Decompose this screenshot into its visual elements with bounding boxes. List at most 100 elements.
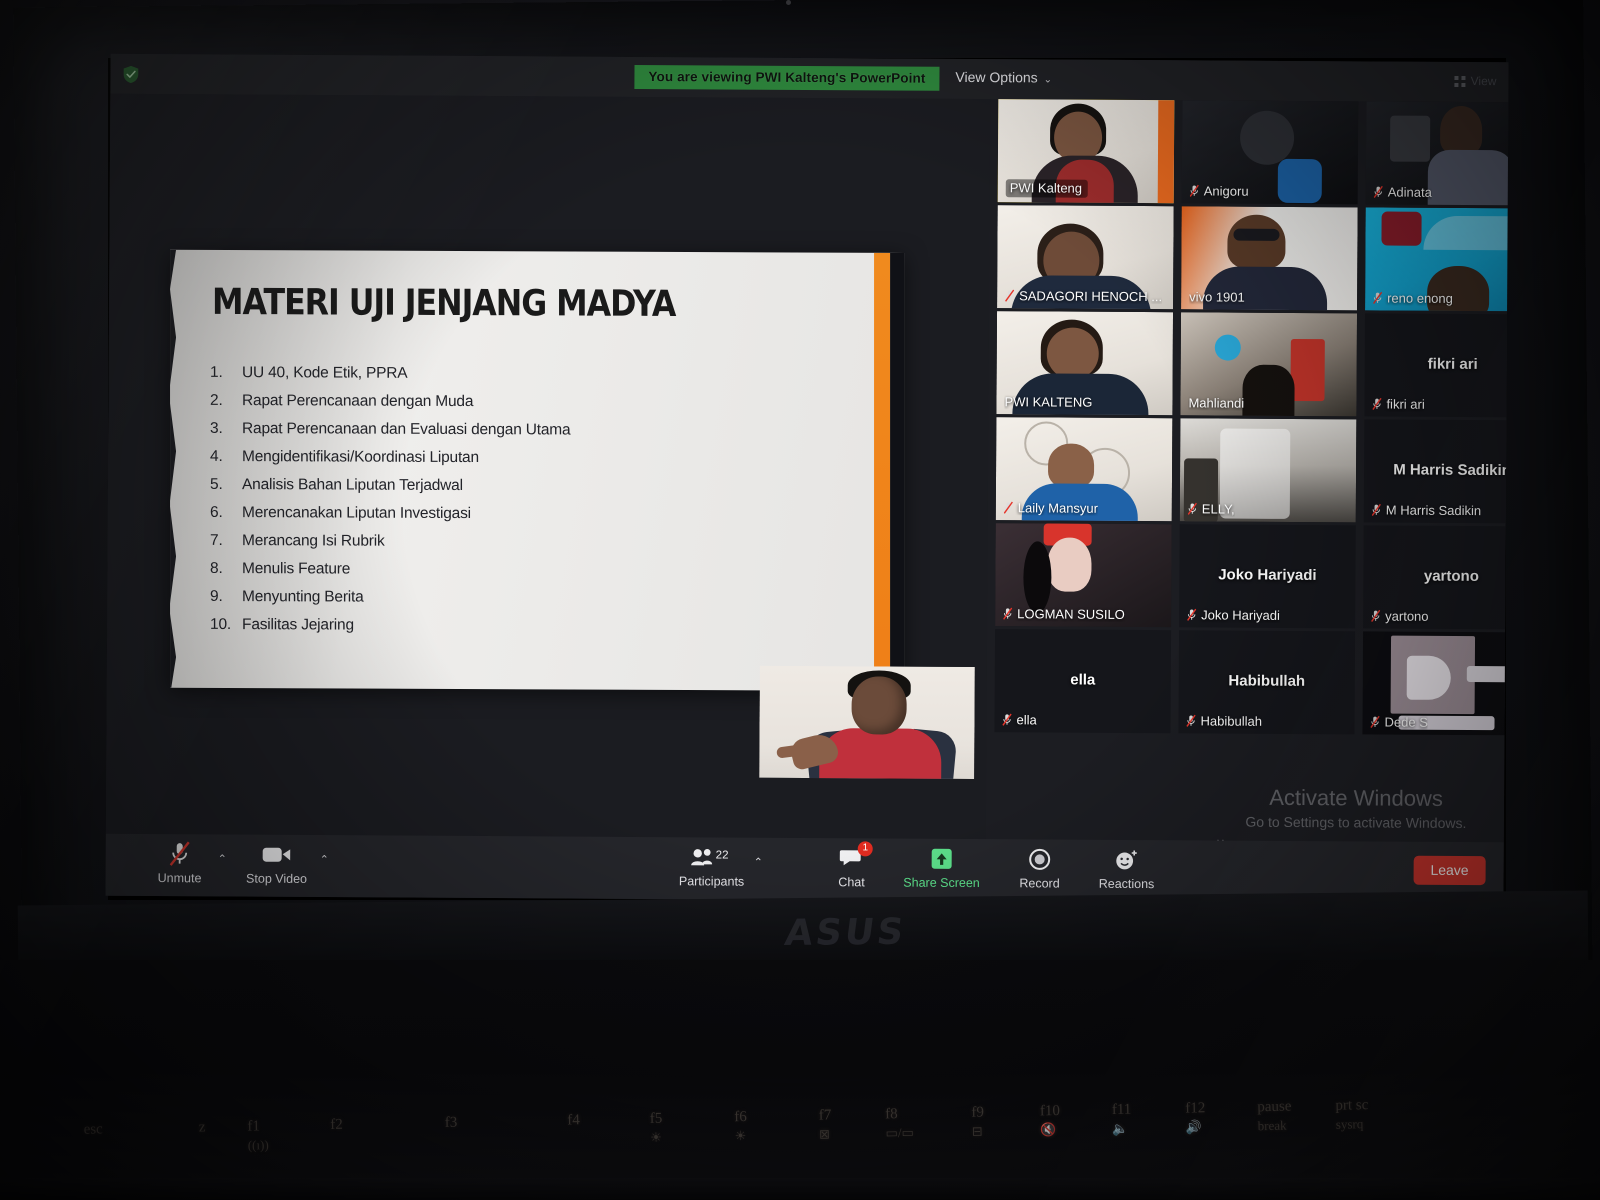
participant-name: LOGMAN SUSILO (1017, 606, 1125, 622)
item-number: 6. (210, 503, 223, 521)
item-number: 8. (210, 559, 223, 577)
participant-name: PWI KALTENG (1004, 394, 1093, 410)
participant-tile[interactable]: reno enong (1365, 207, 1509, 312)
slide-title: MATERI UJI JENJANG MADYA (212, 281, 676, 325)
participant-name: M Harris Sadikin (1385, 502, 1482, 519)
key-f3[interactable]: f3 (445, 1115, 458, 1132)
participant-name: yartono (1385, 608, 1429, 624)
wifi-icon: ((ı)) (247, 1137, 269, 1153)
key-f5[interactable]: f5 ☀ (650, 1111, 663, 1146)
mic-muted-icon (1186, 714, 1196, 727)
participant-avatar-name: yartono (1423, 567, 1479, 585)
video-camera-icon (231, 840, 323, 869)
participant-tile[interactable]: PWI KALTENG (996, 311, 1174, 416)
item-text: Mengidentifikasi/Koordinasi Liputan (242, 448, 479, 467)
participant-tile[interactable]: yartono yartono (1363, 525, 1509, 630)
brightness-up-icon: ☀ (734, 1128, 747, 1144)
participant-name-wrap: reno enong (1373, 290, 1453, 306)
participant-tile[interactable]: Adinata (1365, 101, 1509, 206)
leave-button[interactable]: Leave (1413, 855, 1486, 886)
participants-button[interactable]: 22 Participants (665, 843, 757, 889)
participant-tile[interactable]: Dede S (1362, 631, 1509, 736)
audio-settings-caret[interactable]: ⌃ (218, 852, 227, 865)
key-f12[interactable]: f12 🔊 (1185, 1100, 1206, 1135)
green-shield-icon (123, 65, 139, 84)
item-number: 3. (210, 419, 223, 437)
key-f8[interactable]: f8 ▭/▭ (885, 1106, 914, 1142)
key-f9[interactable]: f9 ⊟ (971, 1104, 984, 1139)
record-icon (994, 845, 1086, 874)
view-options-label: View Options (955, 68, 1038, 86)
participant-tile[interactable]: LOGMAN SUSILO (995, 523, 1172, 628)
reactions-button[interactable]: Reactions (1080, 846, 1172, 892)
display-switch-icon: ▭/▭ (885, 1124, 914, 1141)
touchpad-off-icon: ⊟ (971, 1123, 983, 1139)
participant-tile[interactable]: M Harris Sadikin M Harris Sadikin (1363, 419, 1509, 524)
slide-list-item: 5. Analisis Bahan Liputan Terjadwal (206, 476, 746, 495)
participant-tile[interactable]: ella ella (994, 629, 1172, 734)
participant-tile[interactable]: Laily Mansyur (995, 417, 1173, 522)
participant-name: fikri ari (1386, 396, 1425, 412)
participant-name: Habibullah (1200, 713, 1263, 729)
chat-button[interactable]: 1 Chat (805, 840, 898, 890)
key-esc[interactable]: esc (83, 1121, 102, 1138)
participant-name: ELLY, (1201, 501, 1235, 517)
view-layout-button[interactable]: View (1454, 74, 1496, 88)
record-button[interactable]: Record (993, 845, 1085, 891)
participant-name: Mahliandi (1188, 395, 1245, 411)
participant-name-wrap: ELLY, (1187, 501, 1235, 517)
chat-bubble-icon: 1 (806, 840, 898, 873)
slide-list-item: 10. Fasilitas Jejaring (206, 616, 746, 635)
video-settings-caret[interactable]: ⌃ (320, 853, 329, 866)
participant-tile[interactable]: Joko Hariyadi Joko Hariyadi (1179, 524, 1356, 629)
key-f11[interactable]: f11 🔈 (1112, 1102, 1132, 1137)
participant-tile[interactable]: SADAGORI HENOCH ... (997, 205, 1174, 310)
participant-name: ella (1016, 712, 1037, 728)
chevron-down-icon: ⌄ (1043, 74, 1053, 86)
reactions-smiley-icon (1081, 846, 1173, 875)
key-z[interactable]: z (199, 1119, 206, 1136)
key-f4[interactable]: f4 (567, 1112, 580, 1129)
item-text: Menulis Feature (242, 560, 351, 578)
participant-tile[interactable]: Habibullah Habibullah (1178, 630, 1356, 735)
item-text: UU 40, Kode Etik, PPRA (242, 364, 408, 382)
presenter-video-overlay[interactable] (759, 665, 975, 780)
participant-avatar-name: Joko Hariyadi (1218, 565, 1317, 584)
participant-tile[interactable]: Mahliandi (1180, 312, 1358, 417)
participant-tile[interactable]: Anigoru (1181, 100, 1359, 205)
stop-video-button[interactable]: Stop Video (231, 840, 323, 886)
record-label: Record (1019, 876, 1060, 891)
participant-tile[interactable]: vivo 1901 (1181, 206, 1358, 311)
slide-orange-accent (874, 252, 891, 691)
participant-name-wrap: Dede S (1370, 714, 1428, 730)
participant-avatar-name: ella (1070, 670, 1096, 689)
key-pause[interactable]: pause break (1257, 1099, 1292, 1135)
presentation-slide: MATERI UJI JENJANG MADYA 1. UU 40, Kode … (170, 249, 905, 691)
key-f10[interactable]: f10 🔇 (1040, 1103, 1061, 1138)
key-f7[interactable]: f7 ⊠ (819, 1107, 832, 1142)
view-options-button[interactable]: View Options ⌄ (955, 69, 1052, 86)
participant-name: Laily Mansyur (1017, 500, 1099, 516)
mute-icon: 🔇 (1040, 1122, 1057, 1138)
mic-muted-icon (1002, 713, 1012, 726)
slide-list-item: 3. Rapat Perencanaan dan Evaluasi dengan… (206, 419, 746, 439)
grid-icon (1454, 75, 1466, 87)
participant-name-wrap: Anigoru (1189, 183, 1249, 199)
key-f6[interactable]: f6 ☀ (734, 1109, 747, 1144)
laptop-photo: You are viewing PWI Kalteng's PowerPoint… (0, 0, 1600, 1200)
key-f2[interactable]: f2 (330, 1117, 343, 1134)
unmute-button[interactable]: Unmute (134, 840, 226, 886)
participant-name-wrap: Laily Mansyur (1003, 500, 1099, 516)
participant-tile[interactable]: fikri ari fikri ari (1364, 313, 1509, 418)
volume-up-icon: 🔊 (1185, 1119, 1203, 1135)
participant-tile[interactable]: PWI Kalteng (997, 99, 1175, 204)
participant-tile[interactable]: ELLY, (1179, 418, 1357, 523)
share-screen-button[interactable]: Share Screen (895, 845, 987, 891)
slide-bullet-list: 1. UU 40, Kode Etik, PPRA 2. Rapat Peren… (206, 364, 746, 647)
participants-caret[interactable]: ⌃ (754, 856, 763, 869)
webcam-dot (786, 0, 791, 5)
chat-label: Chat (838, 875, 865, 890)
key-f1[interactable]: f1 ((ı)) (247, 1118, 269, 1153)
key-prtsc[interactable]: prt sc sysrq (1335, 1097, 1369, 1133)
brightness-down-icon: ☀ (649, 1129, 662, 1145)
